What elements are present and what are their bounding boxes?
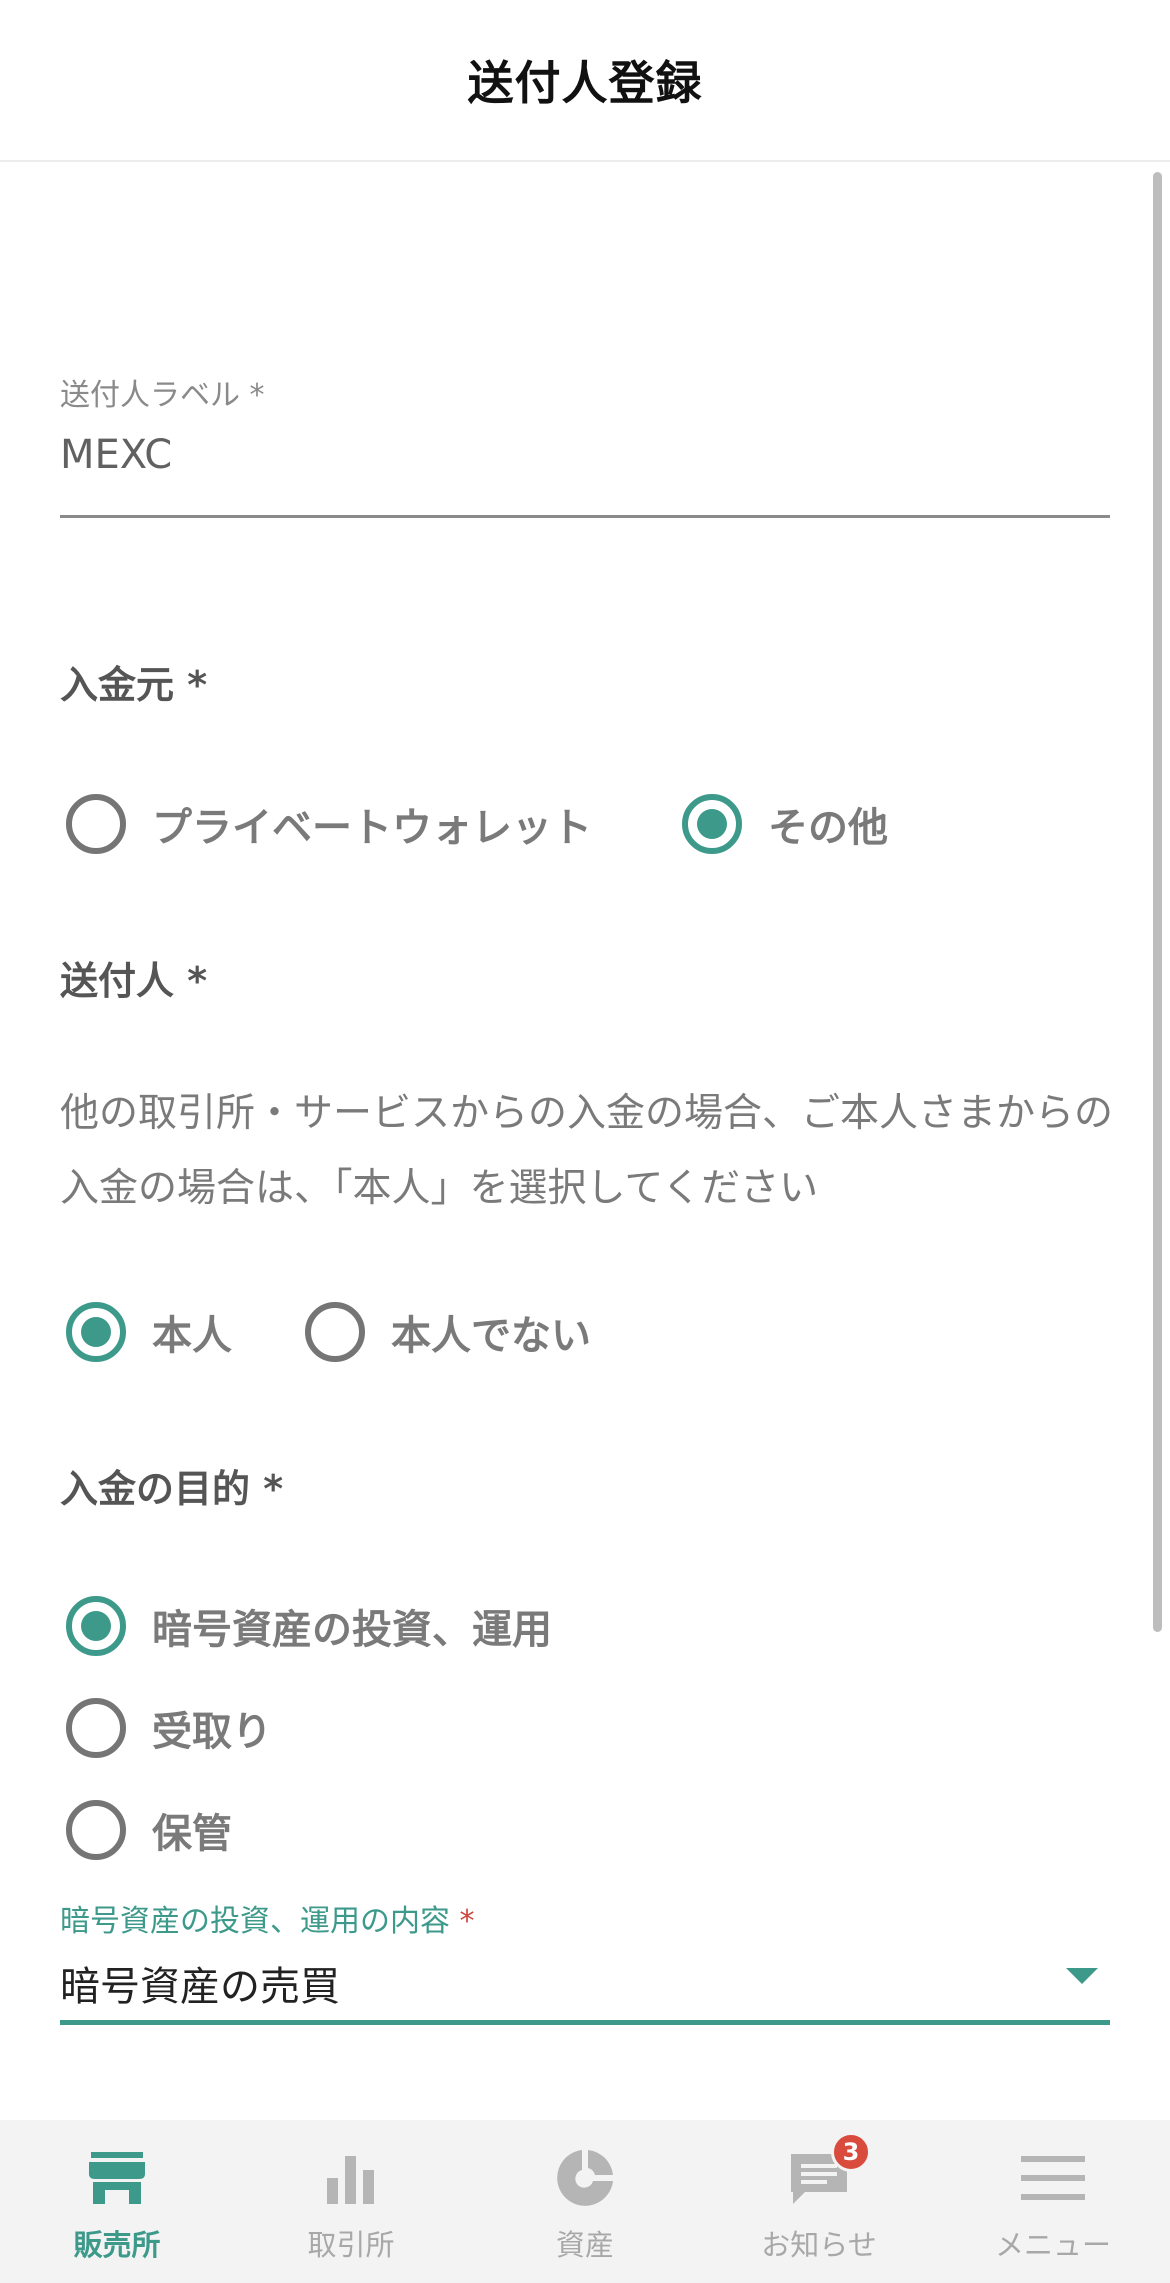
notification-badge: 3 [831,2132,871,2172]
nav-item-menu[interactable]: メニュー [936,2120,1170,2283]
radio-label: 本人 [152,1313,232,1359]
bar-chart-icon [327,2156,374,2204]
radio-label: その他 [768,805,888,851]
required-mark: * [459,1904,475,1939]
nav-item-store[interactable]: 販売所 [0,2120,234,2283]
radio-checked-icon [682,794,742,854]
radio-label: プライベートウォレット [152,805,592,851]
menu-icon [1021,2156,1085,2200]
purpose-detail-select[interactable]: 暗号資産の投資、運用の内容 * 暗号資産の売買 [60,1896,1110,2036]
nav-label: メニュー [994,2228,1111,2262]
source-section-title: 入金元 * [60,663,208,707]
sender-note: 他の取引所・サービスからの入金の場合、ご本人さまからの入金の場合は、「本人」を選… [60,1091,1114,1211]
purpose-detail-value[interactable]: 暗号資産の売買 [60,1954,1110,2012]
nav-item-notifications[interactable]: 3 お知らせ [702,2120,936,2283]
sender-label-caption: 送付人ラベル * [60,378,265,413]
nav-item-exchange[interactable]: 取引所 [234,2120,468,2283]
radio-receive[interactable]: 受取り [66,1698,272,1758]
bottom-nav: 販売所 取引所 資産 3 お知らせ メニュー [0,2120,1170,2283]
sender-label-input[interactable]: MEXC [60,432,1110,478]
radio-label: 受取り [152,1709,272,1755]
radio-label: 保管 [152,1811,232,1857]
radio-unchecked-icon [66,794,126,854]
nav-label: 販売所 [73,2228,161,2262]
store-icon [89,2152,145,2204]
sender-label-field[interactable]: 送付人ラベル * MEXC [60,370,1110,518]
purpose-detail-label: 暗号資産の投資、運用の内容 * [60,1904,475,1939]
form-content: 送付人ラベル * MEXC 入金元 * プライベートウォレット その他 送付人 … [0,164,1170,2119]
nav-item-assets[interactable]: 資産 [468,2120,702,2283]
page-title: 送付人登録 [467,56,703,110]
purpose-section-title: 入金の目的 * [60,1467,284,1511]
radio-private-wallet[interactable]: プライベートウォレット [66,794,592,854]
nav-label: 取引所 [307,2228,395,2262]
radio-self[interactable]: 本人 [66,1302,232,1362]
pie-chart-icon [557,2150,613,2206]
radio-not-self[interactable]: 本人でない [305,1302,591,1362]
select-underline [60,2020,1110,2025]
radio-unchecked-icon [305,1302,365,1362]
nav-label: 資産 [555,2228,614,2262]
sender-label-underline [60,515,1110,518]
radio-unchecked-icon [66,1800,126,1860]
radio-checked-icon [66,1302,126,1362]
app-header: 送付人登録 [0,0,1170,162]
nav-label: お知らせ [761,2228,877,2262]
radio-unchecked-icon [66,1698,126,1758]
dropdown-arrow-icon[interactable] [1066,1968,1098,1984]
radio-checked-icon [66,1596,126,1656]
radio-investment[interactable]: 暗号資産の投資、運用 [66,1596,552,1656]
radio-other[interactable]: その他 [682,794,888,854]
sender-section-title: 送付人 * [60,959,208,1003]
radio-label: 本人でない [391,1313,591,1359]
radio-label: 暗号資産の投資、運用 [152,1607,552,1653]
radio-storage[interactable]: 保管 [66,1800,232,1860]
